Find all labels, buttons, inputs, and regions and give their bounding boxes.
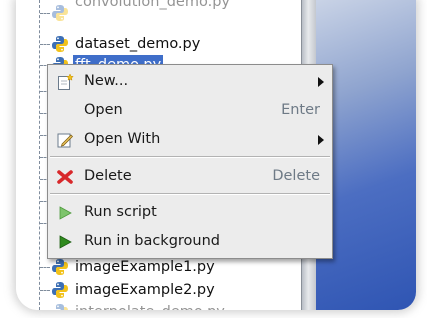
tree-item-label: imageExample2.py bbox=[75, 282, 215, 298]
python-file-icon bbox=[51, 281, 69, 299]
menu-item-label: Open bbox=[84, 102, 123, 118]
new-file-icon bbox=[58, 73, 74, 90]
menu-item-label: New... bbox=[84, 73, 129, 89]
menu-item-label: Run script bbox=[84, 204, 157, 220]
menu-item-run-script[interactable]: Run script bbox=[48, 198, 332, 227]
menu-item-open-with[interactable]: Open With bbox=[48, 125, 332, 154]
tree-item-label: dataset_demo.py bbox=[75, 36, 201, 52]
delete-icon bbox=[57, 170, 73, 184]
tree-branch bbox=[40, 290, 50, 291]
python-file-icon bbox=[51, 258, 69, 276]
menu-separator bbox=[50, 156, 330, 158]
tree-branch bbox=[40, 13, 50, 14]
menu-item-new[interactable]: New... bbox=[48, 67, 332, 96]
menu-item-open[interactable]: Open Enter bbox=[48, 96, 332, 125]
menu-item-label: Delete bbox=[84, 168, 132, 184]
python-file-icon bbox=[51, 35, 69, 53]
menu-item-accelerator: Enter bbox=[281, 102, 320, 118]
context-menu: New... Open Enter Open With Delete Delet… bbox=[47, 64, 333, 259]
menu-item-delete[interactable]: Delete Delete bbox=[48, 162, 332, 191]
window-frame: convolution_demo.py dataset_demo.py fft_… bbox=[16, 0, 416, 310]
tree-item-label: convolution_demo.py bbox=[75, 0, 230, 10]
tree-item-label: interpolate_demo.py bbox=[73, 302, 227, 310]
menu-item-run-in-background[interactable]: Run in background bbox=[48, 227, 332, 256]
menu-item-label: Run in background bbox=[84, 233, 221, 249]
tree-item[interactable]: convolution_demo.py bbox=[16, 0, 301, 26]
tree-item[interactable]: interpolate_demo.py bbox=[16, 299, 301, 310]
menu-item-label: Open With bbox=[84, 131, 161, 147]
tree-branch bbox=[40, 44, 50, 45]
run-background-icon bbox=[59, 235, 72, 249]
python-file-icon bbox=[51, 4, 69, 22]
python-file-icon bbox=[51, 303, 69, 310]
menu-item-accelerator: Delete bbox=[272, 168, 320, 184]
submenu-arrow-icon bbox=[318, 77, 324, 87]
submenu-arrow-icon bbox=[318, 135, 324, 145]
run-icon bbox=[59, 206, 72, 220]
tree-item-label: imageExample1.py bbox=[75, 259, 215, 275]
tree-branch bbox=[40, 267, 50, 268]
menu-separator bbox=[50, 193, 330, 195]
edit-icon bbox=[57, 133, 73, 148]
